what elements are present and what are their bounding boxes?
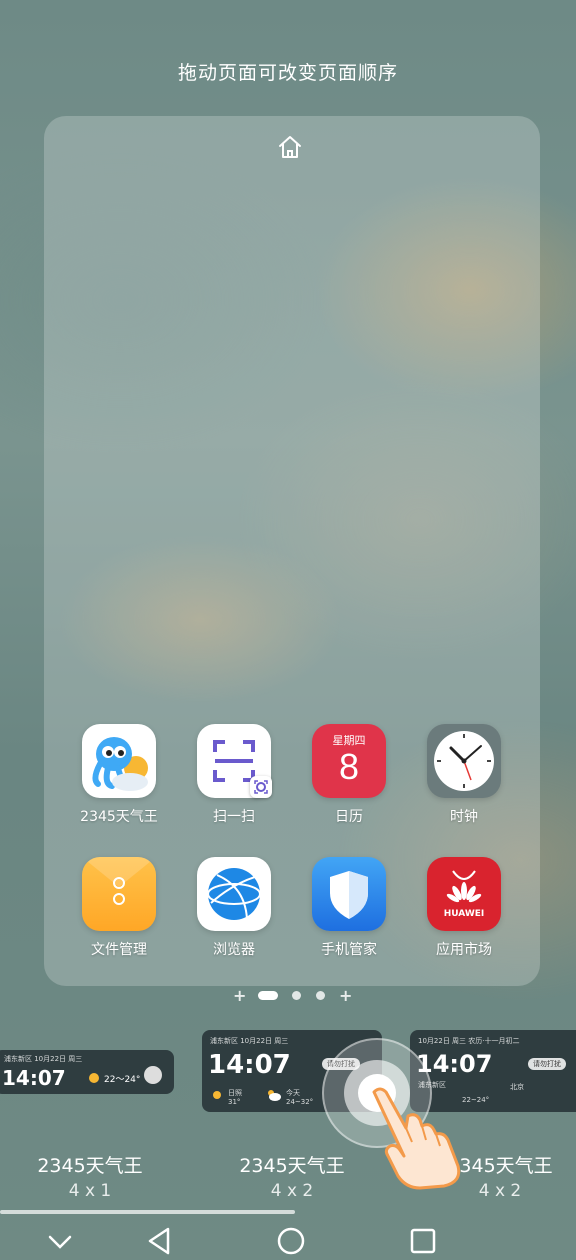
recents-icon[interactable] bbox=[403, 1221, 443, 1260]
app-app-market[interactable]: HUAWEI 应用市场 bbox=[414, 857, 514, 959]
page-dot-active[interactable] bbox=[258, 991, 278, 1000]
scan-badge-icon bbox=[250, 776, 272, 798]
system-navigation-bar bbox=[0, 1215, 576, 1260]
widget-temp: 22～24° bbox=[104, 1075, 141, 1085]
app-clock[interactable]: 时钟 bbox=[414, 724, 514, 826]
shield-icon bbox=[312, 857, 386, 931]
widget-size-2: 4 x 2 bbox=[270, 1181, 314, 1201]
calendar-icon: 星期四 8 bbox=[312, 724, 386, 798]
sun-icon bbox=[89, 1073, 99, 1083]
widget-time: 14:07 bbox=[208, 1050, 291, 1080]
huawei-brand-text: HUAWEI bbox=[443, 909, 485, 919]
app-label: 文件管理 bbox=[91, 942, 147, 958]
chevron-down-icon[interactable] bbox=[40, 1221, 80, 1260]
widget-location: 浦东新区 10月22日 周三 bbox=[4, 1055, 83, 1063]
widget-time: 14:07 bbox=[2, 1066, 66, 1090]
widget-size-1: 4 x 1 bbox=[68, 1181, 112, 1201]
app-label: 2345天气王 bbox=[80, 809, 158, 825]
widget-date: 10月22日 周三 农历·十一月初二 bbox=[418, 1037, 520, 1045]
dnd-pill: 请勿打扰 bbox=[528, 1058, 566, 1070]
app-label: 浏览器 bbox=[213, 942, 255, 958]
clock-icon bbox=[427, 724, 501, 798]
home-nav-icon[interactable] bbox=[271, 1221, 311, 1260]
huawei-appgallery-icon: HUAWEI bbox=[427, 857, 501, 931]
app-calendar[interactable]: 星期四 8 日历 bbox=[299, 724, 399, 826]
add-page-left-icon[interactable]: + bbox=[233, 986, 246, 1005]
widget-right-label: 北京 bbox=[510, 1083, 524, 1091]
widget-name-1: 2345天气王 bbox=[37, 1155, 143, 1177]
widget-location: 浦东新区 10月22日 周三 bbox=[210, 1037, 289, 1045]
widget-name-2: 2345天气王 bbox=[239, 1155, 345, 1177]
app-label: 日历 bbox=[335, 809, 363, 825]
toggle-icon bbox=[144, 1066, 162, 1084]
cloud-icon bbox=[268, 1090, 281, 1101]
page-indicator[interactable]: + + bbox=[0, 986, 576, 1006]
calendar-day: 8 bbox=[338, 746, 360, 787]
browser-globe-icon bbox=[197, 857, 271, 931]
widget-today-temp: 24~32° bbox=[286, 1098, 314, 1106]
folder-icon bbox=[82, 857, 156, 931]
widget-left-temp: 31° bbox=[228, 1098, 241, 1106]
edit-mode-hint: 拖动页面可改变页面顺序 bbox=[177, 62, 398, 84]
weather-widget-4x1-preview[interactable]: 浦东新区 10月22日 周三 14:07 22～24° bbox=[0, 1050, 174, 1094]
sun-icon bbox=[213, 1091, 221, 1099]
weather-octopus-icon bbox=[82, 724, 156, 798]
app-label: 手机管家 bbox=[321, 942, 377, 958]
home-page-preview[interactable] bbox=[44, 116, 540, 986]
add-page-right-icon[interactable]: + bbox=[339, 986, 352, 1005]
home-icon[interactable] bbox=[276, 133, 304, 161]
app-2345-weather[interactable]: 2345天气王 bbox=[69, 724, 169, 826]
app-scan[interactable]: 扫一扫 bbox=[184, 724, 284, 826]
widget-today-label: 今天 bbox=[286, 1089, 300, 1097]
app-file-manager[interactable]: 文件管理 bbox=[69, 857, 169, 959]
back-icon[interactable] bbox=[140, 1221, 180, 1260]
app-phone-manager[interactable]: 手机管家 bbox=[299, 857, 399, 959]
app-browser[interactable]: 浏览器 bbox=[184, 857, 284, 959]
widget-scroll-indicator bbox=[0, 1210, 295, 1214]
app-label: 扫一扫 bbox=[213, 809, 255, 825]
widget-left-label: 日照 bbox=[228, 1089, 242, 1097]
page-dot[interactable] bbox=[292, 991, 301, 1000]
page-dot[interactable] bbox=[316, 991, 325, 1000]
app-label: 时钟 bbox=[450, 809, 478, 825]
pointing-hand-icon bbox=[372, 1087, 461, 1190]
app-label: 应用市场 bbox=[436, 942, 492, 958]
